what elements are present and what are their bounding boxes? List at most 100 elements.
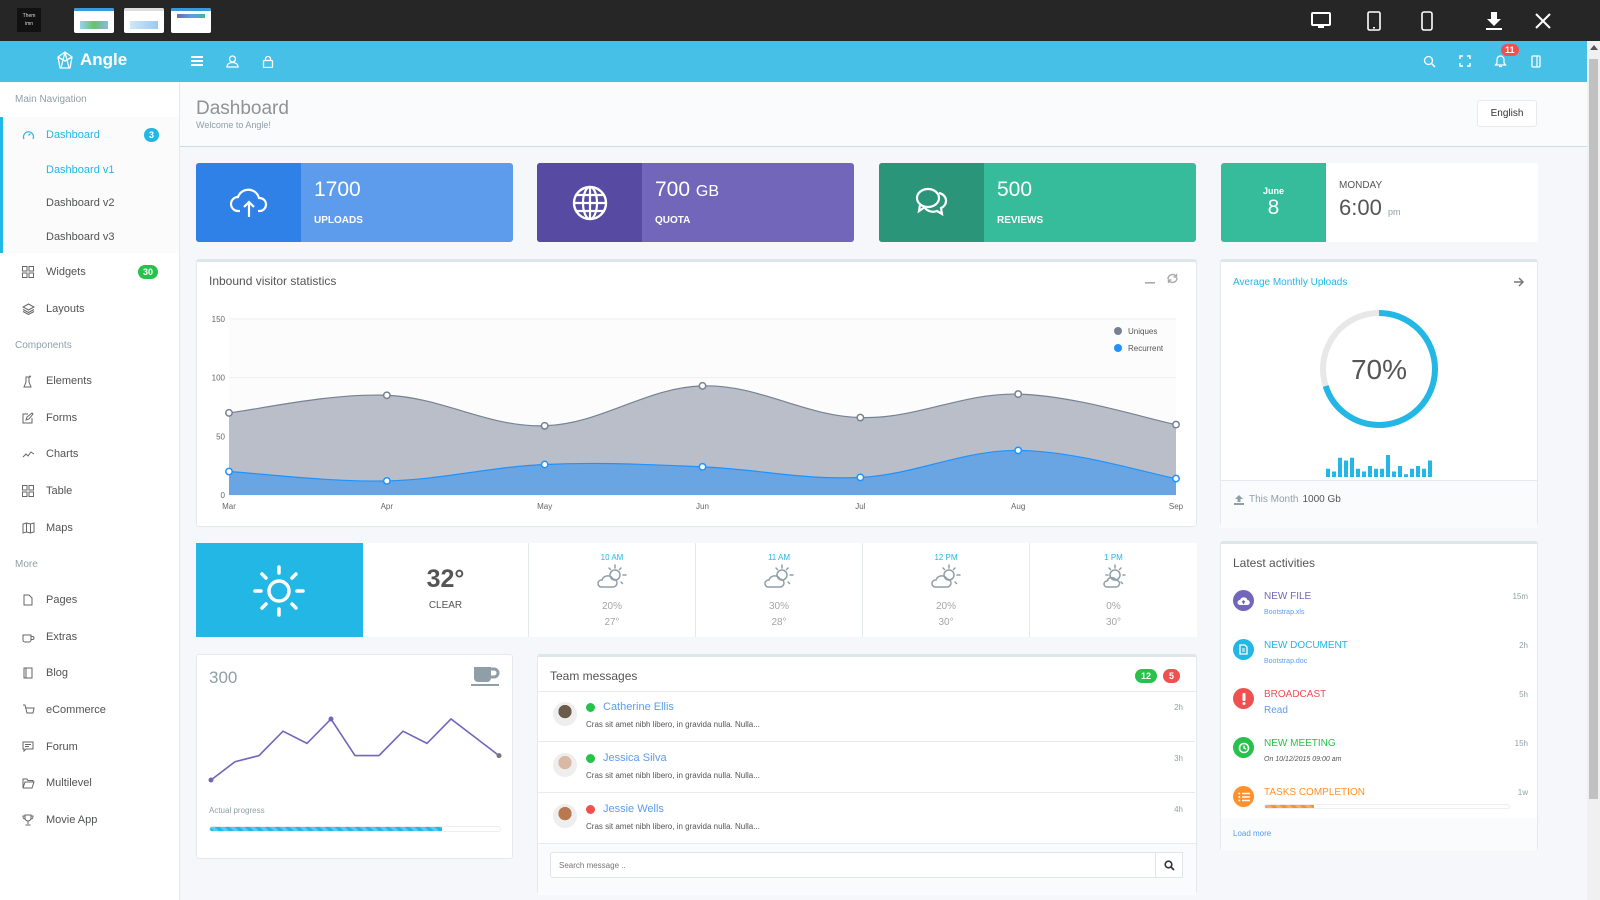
sidebar-item-movie-app[interactable]: Movie App xyxy=(0,803,179,837)
language-select[interactable]: English xyxy=(1477,100,1537,127)
sidebar-item-extras[interactable]: Extras xyxy=(0,620,179,654)
sidebar-item-layouts[interactable]: Layouts xyxy=(0,292,179,326)
current-condition: CLEAR xyxy=(428,600,463,611)
actual-progress-fill xyxy=(210,827,442,831)
data-point[interactable] xyxy=(1014,390,1023,399)
sidebar-item-blog[interactable]: Blog xyxy=(0,656,179,690)
dashboard-preview-3[interactable] xyxy=(171,8,211,33)
sidebar-item-maps[interactable]: Maps xyxy=(0,511,179,545)
sparkline-end-point xyxy=(496,753,502,759)
sidebar-item-widgets[interactable]: Widgets 30 xyxy=(0,255,179,289)
activity-detail[interactable]: Read xyxy=(1264,705,1288,716)
donut-percent-label: 70% xyxy=(1351,354,1407,385)
upload-bar xyxy=(1422,468,1426,477)
sidebar-item-dashboard[interactable]: Dashboard 3 xyxy=(0,118,179,152)
sidebar-item-charts[interactable]: Charts xyxy=(0,437,179,471)
data-point[interactable] xyxy=(540,460,549,469)
desktop-icon[interactable] xyxy=(1310,10,1332,32)
sidebar-item-table[interactable]: Table xyxy=(0,474,179,508)
data-point[interactable] xyxy=(225,408,233,417)
dashboard-preview-2[interactable] xyxy=(124,8,164,33)
sidebar-item-label: Elements xyxy=(46,375,92,387)
sidebar-item-dashboard-v2[interactable]: Dashboard v2 xyxy=(0,186,179,220)
message-sender[interactable]: Catherine Ellis xyxy=(603,701,674,713)
bubbles-icon xyxy=(879,163,984,242)
load-more-link[interactable]: Load more xyxy=(1233,829,1271,838)
sidebar-item-elements[interactable]: Elements xyxy=(0,364,179,398)
tablet-icon[interactable] xyxy=(1363,10,1385,32)
message-sender[interactable]: Jessie Wells xyxy=(603,803,664,815)
avatar[interactable] xyxy=(553,804,577,828)
close-icon[interactable] xyxy=(1532,10,1554,32)
x-tick-label: Jun xyxy=(696,502,709,511)
status-dot xyxy=(586,754,595,763)
sidebar-toggle-icon[interactable] xyxy=(1526,51,1546,71)
data-point[interactable] xyxy=(225,467,233,476)
menu-icon[interactable] xyxy=(187,51,207,71)
dashboard-preview-1[interactable] xyxy=(74,8,114,33)
sidebar-item-forms[interactable]: Forms xyxy=(0,401,179,435)
data-point[interactable] xyxy=(698,381,707,390)
avatar[interactable] xyxy=(553,702,577,726)
data-point[interactable] xyxy=(856,473,865,482)
weather-hour-temp: 30° xyxy=(938,617,954,628)
sidebar-item-label: eCommerce xyxy=(46,704,106,716)
cloudy-day-icon xyxy=(931,564,961,588)
brand-name: Angle xyxy=(80,50,128,69)
cloud-upload-icon xyxy=(1233,590,1254,611)
data-point[interactable] xyxy=(1014,446,1023,455)
data-point[interactable] xyxy=(856,413,865,422)
sidebar-item-multilevel[interactable]: Multilevel xyxy=(0,766,179,800)
message-item[interactable]: Jessica Silva Cras sit amet nibh libero,… xyxy=(538,743,1195,793)
upload-bar xyxy=(1332,471,1336,477)
uploads-value: 1700 xyxy=(314,178,361,201)
data-point[interactable] xyxy=(1172,420,1180,429)
x-tick-label: Sep xyxy=(1169,502,1184,511)
sidebar-item-forum[interactable]: Forum xyxy=(0,730,179,764)
quota-number: 700 xyxy=(655,178,691,201)
mobile-icon[interactable] xyxy=(1416,10,1438,32)
weather-hour: 1 PM 0% 30° xyxy=(1030,543,1197,637)
sidebar-item-label: Layouts xyxy=(46,303,85,315)
data-point[interactable] xyxy=(382,476,391,485)
brand-logo[interactable]: Angle xyxy=(56,50,127,70)
activity-detail[interactable]: Bootstrap.doc xyxy=(1264,658,1307,665)
message-item[interactable]: Jessie Wells Cras sit amet nibh libero, … xyxy=(538,794,1195,844)
progress-widget: 300 Actual progress xyxy=(196,654,513,859)
weather-hour-time: 10 AM xyxy=(600,553,624,562)
page-scrollbar[interactable] xyxy=(1587,41,1600,900)
sidebar-item-pages[interactable]: Pages xyxy=(0,583,179,617)
coffee-cup-icon xyxy=(471,666,501,693)
message-search-input[interactable] xyxy=(550,852,1156,878)
weather-hour-temp: 27° xyxy=(604,617,620,628)
page-subtitle: Welcome to Angle! xyxy=(196,120,271,130)
sidebar-item-ecommerce[interactable]: eCommerce xyxy=(0,693,179,727)
weather-hour-precip: 20% xyxy=(935,601,956,612)
message-sender[interactable]: Jessica Silva xyxy=(603,752,667,764)
sidebar-item-dashboard-v3[interactable]: Dashboard v3 xyxy=(0,220,179,254)
preview-toolbar: Them imn xyxy=(0,0,1600,41)
activity-detail[interactable]: Bootstrap.xls xyxy=(1264,609,1304,616)
data-point[interactable] xyxy=(540,421,549,430)
user-icon[interactable] xyxy=(222,51,242,71)
message-search-button[interactable] xyxy=(1155,852,1183,878)
theme-logo[interactable]: Them imn xyxy=(17,8,41,32)
layers-icon xyxy=(20,301,36,317)
data-point[interactable] xyxy=(1172,474,1180,483)
fullscreen-icon[interactable] xyxy=(1455,51,1475,71)
data-point[interactable] xyxy=(382,391,391,400)
visitor-area-chart: 0 50 100 150 Mar Apr May Jun Jul Aug Sep Uniques Rec… xyxy=(212,315,1184,511)
data-point[interactable] xyxy=(698,462,707,471)
search-icon[interactable] xyxy=(1419,51,1439,71)
sidebar-item-label: Extras xyxy=(46,631,78,643)
message-preview: Cras sit amet nibh libero, in gravida nu… xyxy=(586,720,760,729)
quota-stat-card: 700 GB QUOTA xyxy=(537,163,854,242)
activity-time: 15m xyxy=(1512,592,1528,601)
avatar[interactable] xyxy=(553,753,577,777)
legend-swatch xyxy=(1114,327,1122,335)
message-item[interactable]: Catherine Ellis Cras sit amet nibh liber… xyxy=(538,692,1195,742)
download-icon[interactable] xyxy=(1483,10,1505,32)
lock-icon[interactable] xyxy=(258,51,278,71)
sidebar-item-dashboard-v1[interactable]: Dashboard v1 xyxy=(0,153,179,187)
sparkline-max-point xyxy=(328,716,334,722)
